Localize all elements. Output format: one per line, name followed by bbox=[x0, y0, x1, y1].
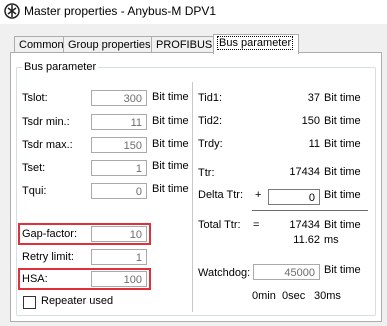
watchdog-sec: 0sec bbox=[282, 290, 306, 302]
tslot-unit: Bit time bbox=[152, 91, 189, 103]
trdy-label: Trdy: bbox=[198, 138, 223, 150]
hsa-input[interactable]: 100 bbox=[91, 271, 147, 287]
ttr-unit: Bit time bbox=[324, 166, 361, 178]
watchdog-input[interactable]: 45000 bbox=[253, 264, 320, 280]
tab-common[interactable]: Common bbox=[14, 36, 67, 53]
delta-ttr-sign: + bbox=[255, 189, 262, 201]
sum-separator bbox=[252, 210, 368, 211]
trdy-value: 11 bbox=[308, 138, 320, 150]
window-title: Master properties - Anybus-M DPV1 bbox=[24, 4, 217, 18]
total-ttr-ms-unit: ms bbox=[324, 234, 339, 246]
tid1-label: Tid1: bbox=[198, 92, 223, 104]
tid2-value: 150 bbox=[301, 115, 320, 127]
tsdr-max-label: Tsdr max.: bbox=[22, 139, 73, 151]
tsdr-min-input[interactable]: 11 bbox=[91, 114, 147, 130]
tset-label: Tset: bbox=[22, 162, 46, 174]
column-divider bbox=[192, 82, 193, 312]
repeater-checkbox[interactable] bbox=[23, 296, 36, 309]
delta-ttr-unit: Bit time bbox=[324, 189, 361, 201]
tid2-unit: Bit time bbox=[324, 115, 361, 127]
tset-unit: Bit time bbox=[152, 160, 189, 172]
tid1-unit: Bit time bbox=[324, 92, 361, 104]
retry-limit-input[interactable]: 1 bbox=[91, 249, 147, 265]
delta-ttr-input[interactable]: 0 bbox=[268, 189, 320, 205]
gap-factor-input[interactable]: 10 bbox=[91, 226, 147, 242]
tid1-value: 37 bbox=[307, 92, 320, 104]
tset-input[interactable]: 1 bbox=[91, 160, 147, 176]
ttr-value: 17434 bbox=[289, 166, 320, 178]
group-title: Bus parameter bbox=[22, 61, 99, 73]
total-ttr-unit: Bit time bbox=[324, 219, 361, 231]
trdy-unit: Bit time bbox=[324, 138, 361, 150]
gap-factor-label: Gap-factor: bbox=[22, 228, 78, 240]
tsdr-min-unit: Bit time bbox=[152, 115, 189, 127]
watchdog-unit: Bit time bbox=[324, 264, 361, 276]
watchdog-ms: 30ms bbox=[314, 290, 341, 302]
tsdr-max-input[interactable]: 150 bbox=[91, 137, 147, 153]
tsdr-min-label: Tsdr min.: bbox=[22, 116, 70, 128]
tid2-label: Tid2: bbox=[198, 115, 223, 127]
tslot-label: Tslot: bbox=[22, 92, 48, 104]
retry-limit-label: Retry limit: bbox=[22, 251, 74, 263]
total-ttr-label: Total Ttr: bbox=[198, 219, 241, 231]
total-ttr-equals: = bbox=[253, 219, 260, 231]
watchdog-min: 0min bbox=[252, 290, 276, 302]
repeater-label: Repeater used bbox=[41, 295, 114, 307]
tqui-input[interactable]: 0 bbox=[91, 183, 147, 199]
watchdog-label: Watchdog: bbox=[198, 267, 251, 279]
delta-ttr-label: Delta Ttr: bbox=[198, 189, 244, 201]
tab-group-properties[interactable]: Group properties bbox=[63, 36, 159, 53]
tqui-label: Tqui: bbox=[22, 185, 47, 197]
ttr-label: Ttr: bbox=[198, 167, 215, 179]
hsa-label: HSA: bbox=[22, 273, 48, 285]
total-ttr-ms-value: 11.62 bbox=[293, 234, 320, 246]
title-bar: Master properties - Anybus-M DPV1 bbox=[0, 0, 387, 24]
tab-bus-parameter[interactable]: Bus parameter bbox=[213, 34, 299, 54]
total-ttr-value: 17434 bbox=[289, 219, 320, 231]
tsdr-max-unit: Bit time bbox=[152, 138, 189, 150]
tslot-input[interactable]: 300 bbox=[91, 90, 147, 106]
tqui-unit: Bit time bbox=[152, 183, 189, 195]
app-icon bbox=[4, 3, 20, 19]
tab-profibus[interactable]: PROFIBUS bbox=[151, 36, 217, 53]
